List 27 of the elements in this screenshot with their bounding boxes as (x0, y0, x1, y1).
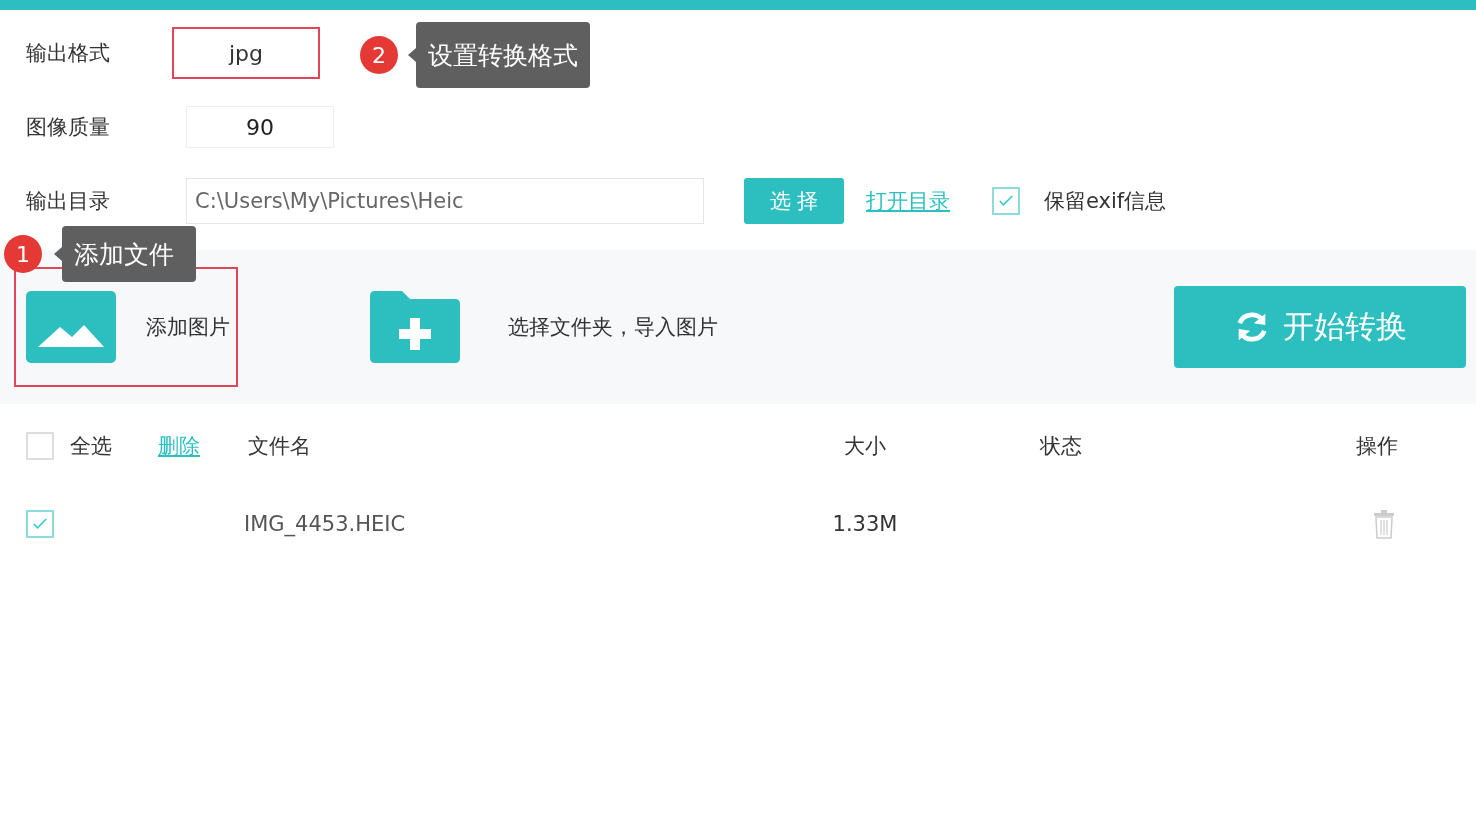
select-all-checkbox[interactable] (26, 432, 54, 460)
select-all-label: 全选 (70, 433, 112, 460)
callout-tooltip: 添加文件 (62, 226, 196, 282)
callout-pointer (54, 247, 62, 261)
file-name-cell: IMG_4453.HEIC (244, 512, 406, 536)
format-label: 输出格式 (26, 40, 111, 67)
quality-label: 图像质量 (26, 114, 111, 141)
column-header: 文件名 (248, 434, 311, 458)
callout-tooltip: 设置转换格式 (416, 22, 590, 88)
callout-pointer (408, 48, 416, 62)
trash-icon[interactable] (1372, 509, 1396, 539)
folder-add-icon (370, 291, 460, 363)
add-folder-button[interactable]: 选择文件夹，导入图片 (358, 267, 726, 387)
exif-checkbox[interactable] (992, 187, 1020, 215)
quality-field[interactable]: 90 (186, 106, 334, 148)
image-icon (26, 291, 116, 363)
step-badge: 1 (4, 235, 42, 273)
format-select[interactable]: jpg (172, 27, 320, 79)
column-header: 状态 (1040, 434, 1082, 458)
row-checkbox[interactable] (26, 510, 54, 538)
column-header: 操作 (1356, 433, 1398, 460)
directory-label: 输出目录 (26, 188, 111, 215)
step-badge: 2 (360, 36, 398, 74)
exif-label: 保留exif信息 (1044, 188, 1167, 215)
directory-field[interactable]: C:\Users\My\Pictures\Heic (186, 178, 704, 224)
column-header: 大小 (844, 434, 886, 458)
file-size-cell: 1.33M (832, 512, 898, 536)
